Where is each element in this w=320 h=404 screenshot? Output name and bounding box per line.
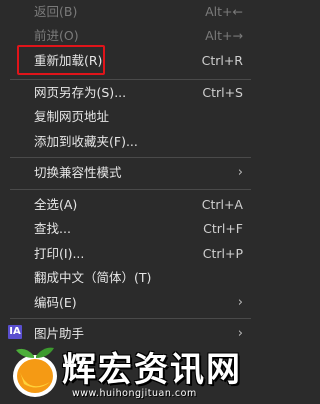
menu-item-label: 网页另存为(S)... (34, 85, 127, 100)
menu-item-translate[interactable]: 翻成中文（简体）(T) (0, 266, 261, 290)
menu-separator (10, 157, 251, 158)
orange-logo-icon (13, 347, 57, 397)
menu-item-shortcut: Ctrl+F (203, 221, 243, 236)
image-helper-icon: IA (8, 325, 22, 339)
menu-separator (10, 79, 251, 80)
watermark-text: 辉宏资讯网 (62, 350, 242, 390)
watermark-url: www.huihongjituan.com (72, 388, 197, 399)
highlight-box (17, 45, 105, 75)
menu-item-label: 打印(I)... (34, 246, 85, 261)
menu-item-shortcut: Ctrl+A (201, 197, 243, 212)
menu-item-copy-url[interactable]: 复制网页地址 (0, 105, 261, 129)
menu-item-label: 添加到收藏夹(F)... (34, 134, 138, 149)
menu-item-label: 全选(A) (34, 197, 78, 212)
menu-item-encoding[interactable]: 编码(E) › (0, 291, 261, 315)
menu-item-save-page-as[interactable]: 网页另存为(S)... Ctrl+S (0, 81, 261, 105)
menu-item-label: 返回(B) (34, 4, 78, 19)
menu-item-back[interactable]: 返回(B) Alt+← (0, 0, 261, 24)
menu-item-shortcut: Ctrl+P (202, 246, 243, 261)
menu-item-label: 翻成中文（简体）(T) (34, 270, 152, 285)
menu-item-shortcut: Ctrl+R (201, 53, 243, 68)
menu-item-label: 切换兼容性模式 (34, 165, 122, 180)
menu-item-compat-mode[interactable]: 切换兼容性模式 › (0, 161, 261, 185)
menu-item-shortcut: Alt+← (205, 4, 243, 19)
menu-item-add-favorite[interactable]: 添加到收藏夹(F)... (0, 130, 261, 154)
menu-item-label: 查找... (34, 221, 71, 236)
menu-item-find[interactable]: 查找... Ctrl+F (0, 217, 261, 241)
menu-separator (10, 189, 251, 190)
menu-item-label: 复制网页地址 (34, 109, 110, 124)
chevron-right-icon: › (237, 295, 243, 310)
chevron-right-icon: › (237, 165, 243, 180)
menu-item-shortcut: Alt+→ (205, 28, 243, 43)
menu-item-shortcut: Ctrl+S (202, 85, 243, 100)
watermark: 辉宏资讯网 www.huihongjituan.com (0, 340, 261, 404)
menu-item-label: 编码(E) (34, 295, 77, 310)
menu-separator (10, 318, 251, 319)
menu-item-select-all[interactable]: 全选(A) Ctrl+A (0, 193, 261, 217)
menu-item-print[interactable]: 打印(I)... Ctrl+P (0, 242, 261, 266)
